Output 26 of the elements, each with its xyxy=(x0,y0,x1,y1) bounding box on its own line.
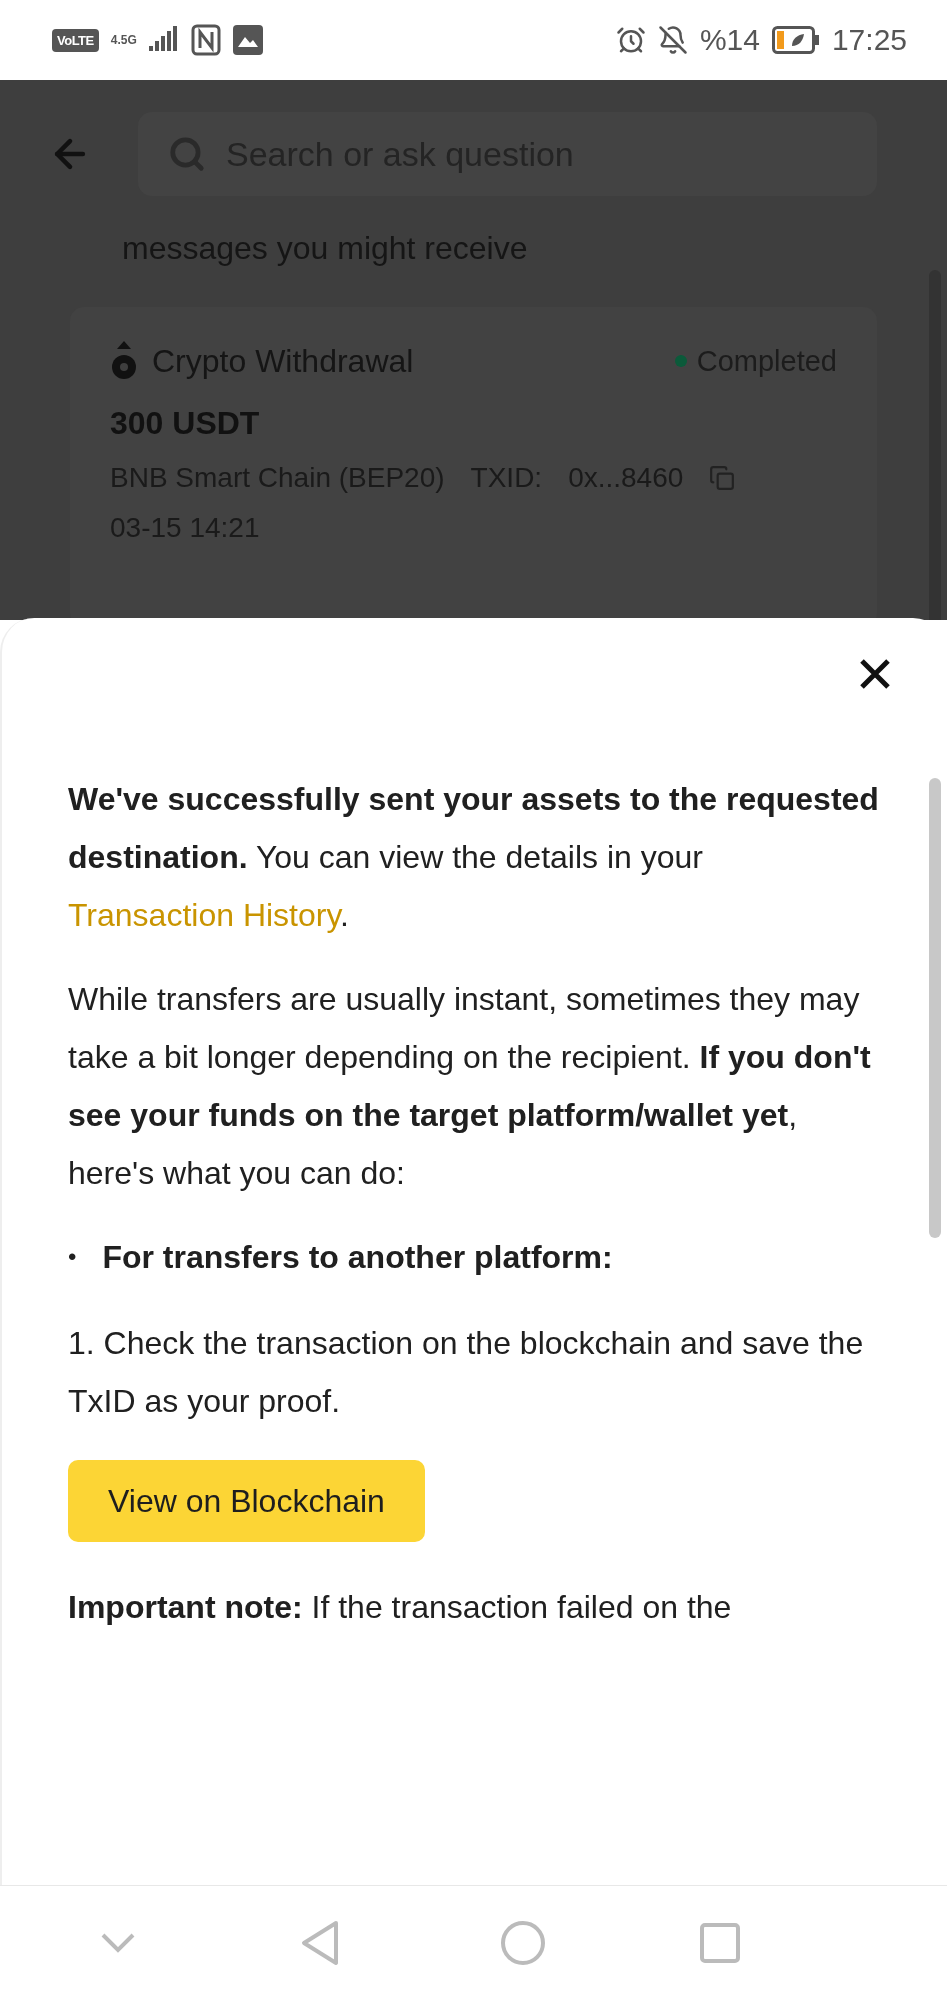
paragraph: While transfers are usually instant, sometimes they may take a bit longer depending on the recipient. If you don't see your funds on the target platform/wallet yet, here's what you can do: xyxy=(68,980,872,1193)
chevron-down-icon[interactable] xyxy=(100,1932,136,1954)
paragraph: 1. Check the transaction on the blockchain and save the TxID as your proof. xyxy=(68,1324,865,1421)
bullet-text: For transfers to another platform: xyxy=(102,1238,613,1277)
battery-icon xyxy=(771,26,820,54)
back-triangle-icon[interactable] xyxy=(300,1920,340,1966)
recents-square-icon[interactable] xyxy=(700,1923,740,1963)
network-type: 4.5G xyxy=(110,33,137,47)
transaction-history-link[interactable]: Transaction History xyxy=(68,897,341,933)
close-icon[interactable] xyxy=(859,658,891,690)
bell-off-icon xyxy=(657,25,688,55)
volte-badge: VoLTE xyxy=(52,28,99,52)
nfc-icon xyxy=(190,24,221,56)
home-circle-icon[interactable] xyxy=(500,1920,546,1966)
battery-percent: %14 xyxy=(699,23,760,57)
bullet-marker: • xyxy=(68,1242,77,1272)
withdrawal-icon xyxy=(110,341,138,381)
status-dot xyxy=(674,355,687,367)
alarm-icon xyxy=(615,25,646,55)
view-on-blockchain-button[interactable]: View on Blockchain xyxy=(68,1460,425,1542)
paragraph: Important note: If the transaction failed on the xyxy=(68,1588,733,1627)
gallery-icon xyxy=(232,25,263,55)
search-icon xyxy=(168,135,206,173)
clock-time: 17:25 xyxy=(831,23,907,57)
copy-icon[interactable] xyxy=(709,465,736,491)
paragraph: We've successfully sent your assets to the requested destination. You can view the details in your Transaction History. xyxy=(68,780,880,935)
